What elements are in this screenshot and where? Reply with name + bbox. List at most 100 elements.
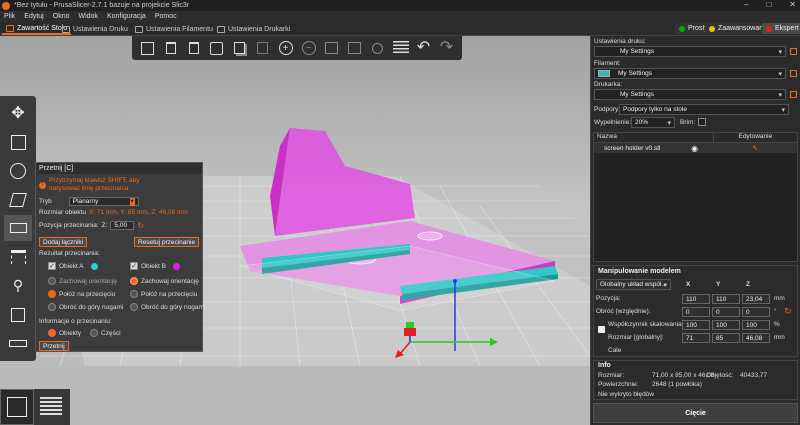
3d-cube-icon (7, 397, 27, 417)
position-y-input[interactable]: 110 (712, 294, 740, 304)
object-b-flip-label: Obróć do góry nogami (141, 303, 206, 311)
layers-editing-button[interactable] (391, 38, 411, 58)
mode-expert-button[interactable]: Ekspert (762, 23, 800, 34)
tab-print-settings[interactable]: Ustawienia Druku (58, 23, 132, 35)
size-y-input[interactable]: 85 (712, 333, 740, 343)
info-objects-radio[interactable] (48, 329, 56, 337)
add-connectors-button[interactable]: Dodaj łączniki (39, 237, 88, 247)
add-object-button[interactable] (138, 38, 158, 58)
infill-select[interactable]: 20% ▾ (631, 117, 675, 128)
tab-printer-settings[interactable]: Ustawienia Drukarki (213, 23, 294, 35)
menu-file[interactable]: Plik (4, 13, 15, 20)
cut-mode-select[interactable]: Planarny ▾ (68, 197, 139, 206)
3d-view-button[interactable] (0, 389, 34, 425)
chevron-down-icon: ▾ (663, 282, 667, 289)
print-settings-select[interactable]: My Settings ▾ (594, 46, 786, 57)
reset-rotation-icon[interactable]: ↻ (784, 306, 792, 317)
filament-edit-icon[interactable] (789, 69, 798, 78)
menu-window[interactable]: Okno (53, 13, 70, 20)
printer-select[interactable]: My Settings ▾ (594, 89, 786, 100)
cut-tool-button[interactable] (4, 215, 32, 242)
scale-x-input[interactable]: 100 (682, 320, 710, 330)
rotate-tool-button[interactable] (4, 158, 32, 184)
info-parts-radio[interactable] (90, 329, 99, 337)
mode-advanced-label: Zaawansowane (718, 25, 768, 32)
rotation-x-input[interactable]: 0 (682, 307, 710, 317)
object-a-color-dot (90, 262, 98, 270)
brim-checkbox[interactable] (698, 118, 706, 126)
object-a-checkbox[interactable]: ✓ (48, 262, 56, 270)
object-a-place-on-cut-radio[interactable] (48, 290, 56, 298)
scale-label: Współczynnik skalowania: (608, 321, 684, 328)
add-instance-button[interactable]: + (276, 38, 296, 58)
delete-button[interactable] (161, 38, 181, 58)
tab-filament-settings[interactable]: Ustawienia Filamentu (131, 23, 217, 35)
measure-button[interactable] (4, 302, 32, 328)
scale-y-input[interactable]: 100 (712, 320, 740, 330)
reset-cut-button[interactable]: Resetuj przecinanie (134, 237, 200, 247)
minimize-button[interactable]: – (744, 0, 748, 9)
menu-edit[interactable]: Edytuj (24, 13, 43, 20)
tab-bar: Zawartość Stołu Ustawienia Druku Ustawie… (0, 22, 800, 36)
copy-button[interactable] (230, 38, 250, 58)
ruler-button[interactable] (4, 331, 32, 357)
preview-button[interactable] (34, 389, 68, 425)
search-button[interactable] (368, 38, 388, 58)
slice-now-button[interactable]: Cięcie (593, 403, 798, 423)
supports-select[interactable]: Podpory tylko na stole ▾ (619, 104, 789, 115)
maximize-button[interactable]: □ (766, 0, 771, 9)
menu-view[interactable]: Widok (78, 13, 97, 20)
infill-value: 20% (635, 119, 649, 126)
scale-z-input[interactable]: 100 (742, 320, 770, 330)
arrange-button[interactable] (207, 38, 227, 58)
inches-label: Cale (608, 347, 622, 354)
reset-position-icon[interactable]: ↻ (137, 221, 144, 230)
supports-value: Podpory tylko na stole (623, 106, 687, 113)
paint-supports-button[interactable] (4, 244, 32, 270)
infill-label: Wypełnienie: (594, 119, 632, 126)
move-tool-button[interactable]: ✥ (4, 100, 32, 126)
perform-cut-button[interactable]: Przetnij (39, 341, 69, 351)
place-on-face-button[interactable] (4, 187, 32, 213)
delete-all-button[interactable] (184, 38, 204, 58)
rotation-y-input[interactable]: 0 (712, 307, 740, 317)
cut-position-input[interactable]: 5,00 (110, 221, 135, 230)
paste-button[interactable] (253, 38, 273, 58)
eye-icon[interactable]: ◉ (691, 144, 713, 153)
object-a-keep-orientation-radio[interactable] (48, 277, 56, 285)
undo-button[interactable]: ↶ (414, 38, 434, 58)
scale-tool-button[interactable] (4, 129, 32, 155)
rotation-z-input[interactable]: 0 (742, 307, 770, 317)
close-button[interactable]: ✕ (789, 0, 796, 9)
list-item[interactable]: screen holder v0.stl ◉ ✎ (594, 143, 797, 153)
lock-icon[interactable] (598, 326, 605, 333)
object-a-flip-radio[interactable] (48, 303, 56, 311)
position-z-input[interactable]: 23,04 (742, 294, 770, 304)
coordinate-system-select[interactable]: Globalny układ współ... ▾ (596, 279, 671, 290)
object-list[interactable]: Nazwa Edytowanie screen holder v0.stl ◉ … (593, 132, 798, 262)
split-parts-button[interactable] (345, 38, 365, 58)
column-name-header[interactable]: Nazwa (594, 133, 713, 142)
place-on-face-icon (9, 192, 27, 207)
size-x-input[interactable]: 71 (682, 333, 710, 343)
top-toolbar: + − ↶ ↷ (132, 36, 462, 60)
remove-instance-button[interactable]: − (299, 38, 319, 58)
object-b-keep-orientation-radio[interactable] (130, 277, 138, 285)
print-settings-edit-icon[interactable] (789, 47, 798, 56)
cut-axis-handle[interactable] (453, 279, 457, 283)
column-editing-header[interactable]: Edytowanie (712, 133, 797, 142)
menu-configuration[interactable]: Konfiguracja (107, 13, 146, 20)
filament-select[interactable]: My Settings ▾ (594, 68, 786, 79)
chevron-down-icon: ▾ (778, 92, 782, 99)
edit-icon[interactable]: ✎ (713, 144, 797, 152)
object-b-flip-radio[interactable] (130, 303, 138, 311)
printer-edit-icon[interactable] (789, 90, 798, 99)
object-b-checkbox[interactable]: ✓ (130, 262, 138, 270)
seam-painting-button[interactable]: ⚲ (4, 273, 32, 299)
menu-help[interactable]: Pomoc (155, 13, 177, 20)
redo-button[interactable]: ↷ (437, 38, 457, 58)
object-b-place-on-cut-radio[interactable] (130, 290, 138, 298)
split-objects-button[interactable] (322, 38, 342, 58)
position-x-input[interactable]: 110 (682, 294, 710, 304)
size-z-input[interactable]: 46,08 (742, 333, 770, 343)
